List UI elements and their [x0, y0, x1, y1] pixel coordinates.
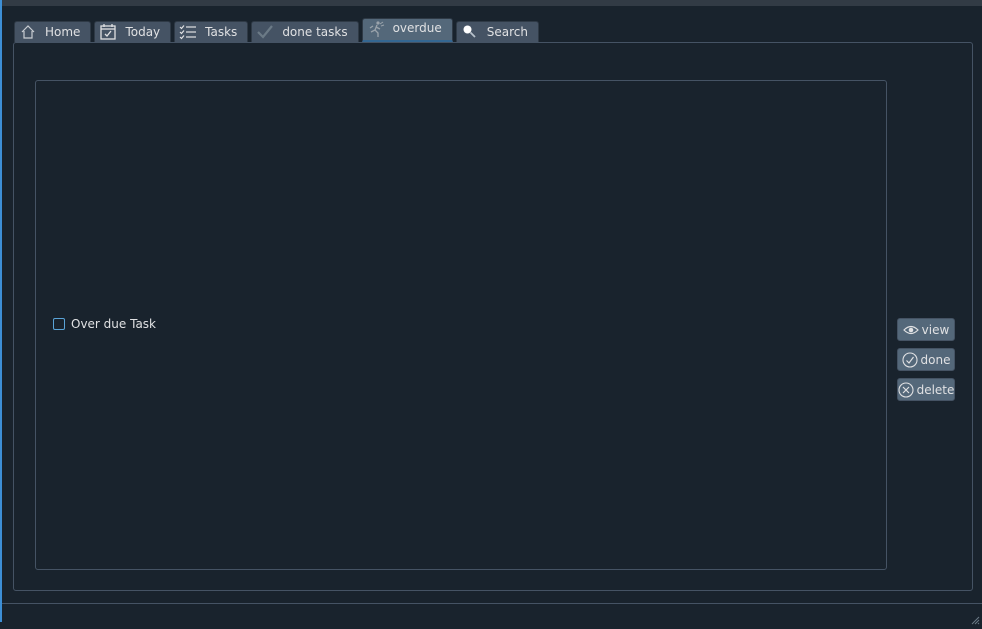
delete-button-label: delete [916, 382, 955, 397]
overdue-icon [367, 20, 385, 38]
close-circle-icon [898, 381, 914, 398]
list-item[interactable]: Over due Task [53, 317, 156, 331]
done-button[interactable]: done [897, 348, 955, 371]
task-checkbox[interactable] [53, 318, 65, 330]
check-circle-icon [901, 351, 918, 368]
checklist-icon [179, 23, 197, 41]
tab-overdue[interactable]: overdue [361, 18, 453, 42]
tab-done-tasks-label: done tasks [282, 25, 348, 39]
view-button[interactable]: view [897, 318, 955, 341]
tab-tasks-label: Tasks [205, 25, 238, 39]
search-icon [461, 23, 479, 41]
checkmark-icon [256, 23, 274, 41]
overdue-task-list[interactable] [35, 80, 887, 570]
home-icon [19, 23, 37, 41]
window-edge [0, 0, 2, 622]
delete-button[interactable]: delete [897, 378, 955, 401]
tab-bar: Home Today Tasks done tasks overdue Sear… [14, 18, 539, 42]
eye-icon [902, 322, 919, 338]
status-bar-divider [2, 603, 982, 604]
title-strip [2, 0, 982, 6]
view-button-label: view [921, 322, 950, 337]
task-label: Over due Task [71, 317, 156, 331]
tab-tasks[interactable]: Tasks [174, 21, 249, 42]
tab-today[interactable]: Today [94, 21, 172, 42]
tab-overdue-label: overdue [392, 20, 442, 35]
tab-search[interactable]: Search [455, 21, 539, 42]
calendar-check-icon [99, 23, 117, 41]
tab-search-label: Search [486, 25, 528, 39]
tab-today-label: Today [125, 25, 161, 39]
done-button-label: done [920, 352, 951, 367]
tab-home-label: Home [45, 25, 81, 39]
tab-done-tasks[interactable]: done tasks [251, 21, 359, 42]
tab-home[interactable]: Home [14, 21, 92, 42]
app-window: Home Today Tasks done tasks overdue Sear… [0, 0, 982, 625]
resize-grip-icon[interactable] [970, 610, 980, 625]
